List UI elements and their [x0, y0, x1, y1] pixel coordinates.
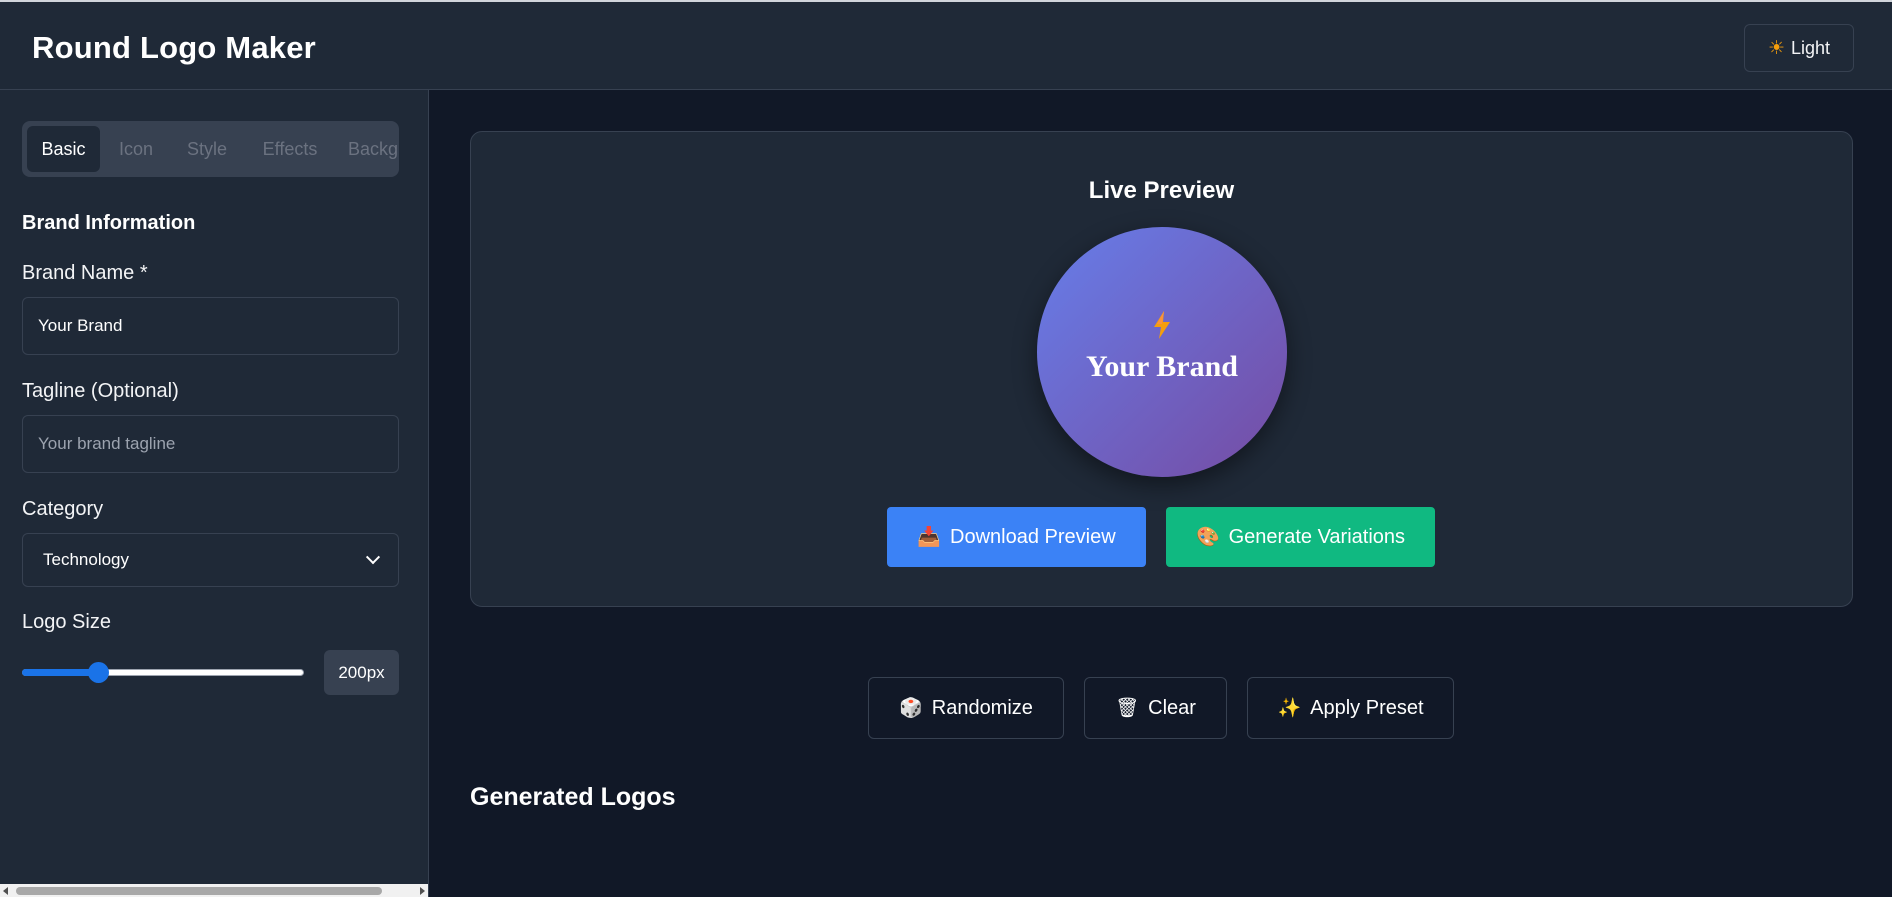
trash-icon: 🗑: [1115, 697, 1140, 719]
theme-toggle-label: Light: [1791, 37, 1831, 58]
slider-thumb[interactable]: [88, 662, 109, 683]
category-select[interactable]: Technology: [22, 533, 399, 587]
chevron-down-icon: [365, 550, 381, 565]
clear-label: Clear: [1148, 696, 1196, 719]
lightning-icon: [1037, 311, 1287, 343]
category-selected-value: Technology: [43, 550, 130, 569]
download-preview-button[interactable]: 📥 Download Preview: [887, 507, 1146, 567]
app-title: Round Logo Maker: [32, 30, 316, 65]
brand-name-label: Brand Name *: [22, 262, 148, 284]
palette-icon: 🎨: [1195, 526, 1220, 548]
tagline-label: Tagline (Optional): [22, 380, 179, 402]
clear-button[interactable]: 🗑 Clear: [1084, 677, 1227, 739]
sun-icon: ☀: [1767, 37, 1785, 59]
scrollbar-thumb[interactable]: [16, 887, 382, 895]
logo-size-label: Logo Size: [22, 611, 111, 633]
logo-preview: Your Brand: [1037, 227, 1287, 477]
tagline-input[interactable]: [22, 415, 399, 473]
generate-variations-label: Generate Variations: [1228, 525, 1406, 548]
generated-logos-title: Generated Logos: [470, 783, 676, 811]
tab-style[interactable]: Style: [172, 126, 242, 172]
download-preview-label: Download Preview: [950, 525, 1116, 548]
preview-title: Live Preview: [1088, 177, 1235, 204]
download-icon: 📥: [917, 526, 942, 548]
tab-effects[interactable]: Effects: [248, 126, 332, 172]
randomize-button[interactable]: 🎲 Randomize: [868, 677, 1064, 739]
scroll-left-icon[interactable]: [3, 887, 8, 895]
logo-size-value: 200px: [324, 650, 399, 695]
tab-background[interactable]: Background: [338, 126, 399, 172]
apply-preset-label: Apply Preset: [1310, 696, 1424, 719]
generate-variations-button[interactable]: 🎨 Generate Variations: [1166, 507, 1435, 567]
horizontal-scrollbar[interactable]: [0, 884, 428, 897]
preview-card: Live Preview Your Brand 📥 Download Previ…: [470, 131, 1853, 607]
scroll-right-icon[interactable]: [420, 887, 425, 895]
sidebar: Basic Icon Style Effects Background Bran…: [0, 90, 429, 897]
sparkles-icon: ✨: [1277, 697, 1302, 719]
app-root: Round Logo Maker ☀ Light Basic Icon Styl…: [0, 0, 1892, 897]
settings-tabs: Basic Icon Style Effects Background: [22, 121, 399, 177]
category-label: Category: [22, 498, 104, 520]
tab-basic[interactable]: Basic: [27, 126, 100, 172]
apply-preset-button[interactable]: ✨ Apply Preset: [1247, 677, 1454, 739]
dice-icon: 🎲: [899, 697, 923, 719]
brand-name-input[interactable]: [22, 297, 399, 355]
logo-size-slider[interactable]: [22, 662, 304, 683]
slider-fill: [22, 669, 98, 676]
app-header: Round Logo Maker ☀ Light: [0, 0, 1892, 90]
tab-icon[interactable]: Icon: [106, 126, 166, 172]
logo-brand-text: Your Brand: [1086, 350, 1238, 383]
section-title: Brand Information: [22, 212, 196, 234]
randomize-label: Randomize: [931, 696, 1033, 719]
theme-toggle-button[interactable]: ☀ Light: [1744, 24, 1854, 72]
